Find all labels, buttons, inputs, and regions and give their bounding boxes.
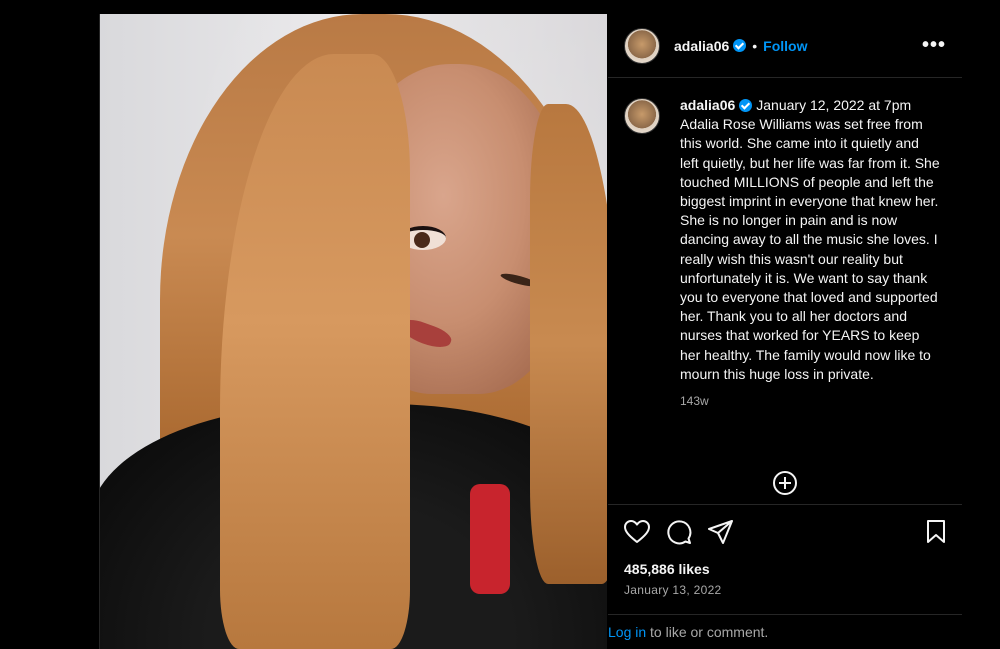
instagram-post: adalia06 • Follow ••• adalia06 January 12… [99,14,962,649]
login-link[interactable]: Log in [608,624,646,640]
bookmark-icon[interactable] [926,520,946,544]
photo-hair-front-right [530,104,607,584]
caption-text: Adalia Rose Williams was set free from t… [680,116,940,382]
heart-icon[interactable] [624,520,650,544]
post-sidebar: adalia06 • Follow ••• adalia06 January 12… [608,14,962,649]
share-icon[interactable] [708,520,734,544]
caption-verified-badge-icon [739,99,753,112]
comment-icon[interactable] [666,519,692,545]
verified-badge-icon [733,39,747,52]
follow-button[interactable]: Follow [763,38,807,54]
action-icons [624,519,946,545]
avatar[interactable] [624,27,660,64]
plus-circle-icon[interactable] [773,471,797,495]
header-separator: • [752,37,758,54]
post-photo[interactable] [100,14,607,649]
caption-username[interactable]: adalia06 [680,97,735,113]
photo-red-lining [470,484,510,594]
caption-date: January 12, 2022 at 7pm [756,97,912,113]
post-date[interactable]: January 13, 2022 [624,583,946,597]
caption-body: adalia06 January 12, 2022 at 7pm Adalia R… [680,96,940,411]
header-username[interactable]: adalia06 [674,38,729,54]
caption-avatar[interactable] [624,98,660,134]
more-options-icon[interactable]: ••• [922,34,946,57]
post-header: adalia06 • Follow ••• [608,14,962,78]
caption-time-ago[interactable]: 143w [680,392,940,411]
login-prompt-text: to like or comment. [646,624,769,640]
login-prompt: Log in to like or comment. [608,614,962,649]
post-actions: 485,886 likes January 13, 2022 [608,504,962,614]
post-caption: adalia06 January 12, 2022 at 7pm Adalia R… [608,78,962,411]
like-count[interactable]: 485,886 likes [624,561,946,577]
